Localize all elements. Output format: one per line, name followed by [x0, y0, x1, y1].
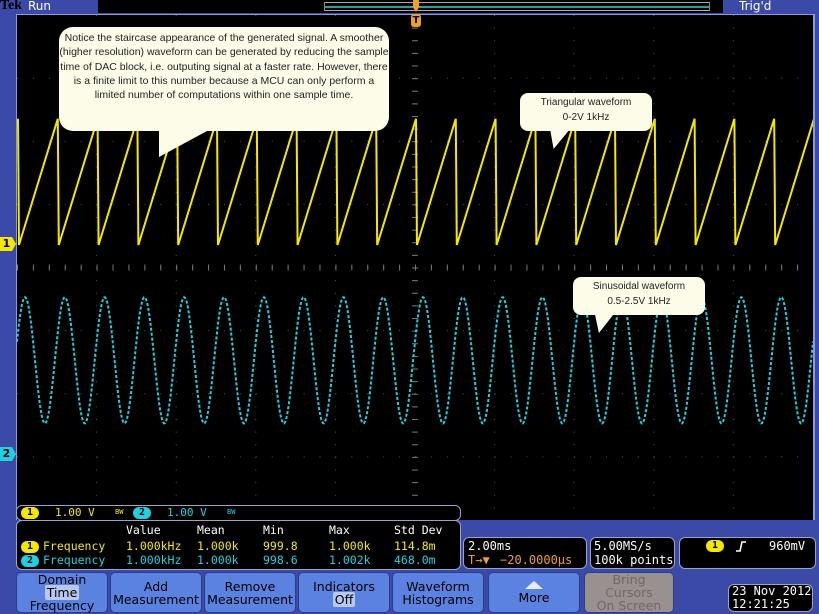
col-header-max: Max: [329, 523, 350, 537]
indicators-state: Off: [332, 591, 356, 607]
add-measurement-label-1: Add: [143, 578, 169, 594]
more-label: More: [518, 590, 550, 605]
indicators-button[interactable]: Indicators Off: [298, 572, 390, 613]
ch2-sine-trace: [17, 295, 813, 425]
record-length: 100k points: [594, 553, 674, 567]
ch2-ground-marker[interactable]: 2: [0, 447, 16, 461]
triangular-callout: Triangular waveform 0-2V 1kHz: [520, 93, 652, 149]
rising-edge-icon: [736, 541, 746, 552]
measurement-table[interactable]: Value Mean Min Max Std Dev 1 Frequency 1…: [16, 520, 461, 570]
ch1-badge: 1: [21, 507, 39, 519]
waveform-histograms-button[interactable]: Waveform Histograms: [392, 572, 484, 613]
measurement-name: Frequency: [43, 553, 106, 567]
ch2-badge: 2: [21, 555, 39, 567]
trigger-delay-icon: T→▼: [468, 553, 490, 567]
ch2-badge: 2: [133, 507, 151, 519]
more-button[interactable]: More: [488, 572, 580, 613]
staircase-note-callout: Notice the staircase appearance of the g…: [59, 27, 389, 157]
trigger-level: 960mV: [769, 539, 806, 553]
col-header-mean: Mean: [197, 523, 225, 537]
vertical-scale-readout[interactable]: 1 1.00 V BW 2 1.00 V BW: [16, 505, 461, 521]
domain-button[interactable]: Domain Time Frequency: [16, 572, 108, 613]
status-bar: Tek Run Trig'd: [0, 0, 819, 14]
sample-rate: 5.00MS/s: [594, 539, 652, 553]
brand-logo: Tek: [0, 0, 23, 13]
remove-measurement-label-1: Remove: [224, 578, 276, 594]
trigger-state: Trig'd: [739, 0, 772, 13]
remove-measurement-button[interactable]: Remove Measurement: [204, 572, 296, 613]
measurement-value: 1.000kHz: [126, 553, 182, 567]
add-measurement-label-2: Measurement: [113, 591, 199, 607]
col-header-std-dev: Std Dev: [394, 523, 443, 537]
staircase-note-text: Notice the staircase appearance of the g…: [59, 32, 389, 102]
trigger-position-icon[interactable]: [412, 0, 420, 12]
col-header-min: Min: [263, 523, 284, 537]
sinusoidal-callout: Sinusoidal waveform 0.5-2.5V 1kHz: [573, 277, 705, 333]
triangular-label: Triangular waveform: [540, 97, 632, 108]
remove-measurement-label-2: Measurement: [207, 591, 293, 607]
ch2-bw-limit-icon: BW: [227, 508, 236, 516]
measurement-std-dev: 114.8m: [394, 539, 436, 553]
time: 12:21:25: [732, 597, 790, 611]
trigger-readout[interactable]: 1 960mV: [679, 537, 816, 569]
histograms-label-2: Histograms: [402, 591, 474, 607]
time-per-division: 2.00ms: [468, 539, 512, 553]
ch1-scale: 1.00 V: [55, 506, 95, 519]
record-view-window[interactable]: [324, 2, 710, 11]
ch1-ground-marker[interactable]: 1: [0, 237, 16, 251]
sinusoidal-spec: 0.5-2.5V 1kHz: [607, 296, 671, 307]
measurement-name: Frequency: [43, 539, 106, 553]
indicators-label: Indicators: [313, 578, 375, 594]
triangular-spec: 0-2V 1kHz: [562, 112, 610, 123]
chevron-up-icon: [525, 581, 543, 589]
horizontal-readout[interactable]: 2.00ms T→▼ −20.0000µs: [463, 537, 587, 569]
measurement-mean: 1.000k: [197, 553, 239, 567]
measurement-min: 998.6: [263, 553, 298, 567]
measurement-mean: 1.000k: [197, 539, 239, 553]
ch1-sawtooth-trace: [17, 118, 813, 246]
ch1-badge: 1: [21, 541, 39, 553]
acquisition-state[interactable]: Run: [28, 0, 51, 13]
ch1-bw-limit-icon: BW: [115, 508, 124, 516]
bring-cursors-on-screen-button[interactable]: Bring Cursors On Screen: [584, 572, 674, 613]
record-view-bar[interactable]: [98, 0, 723, 13]
measurement-max: 1.002k: [329, 553, 371, 567]
trigger-point-marker[interactable]: T: [411, 14, 421, 27]
domain-option-frequency: Frequency: [29, 598, 95, 613]
measurement-min: 999.8: [263, 539, 298, 553]
acquisition-readout[interactable]: 5.00MS/s 100k points: [590, 537, 675, 569]
add-measurement-button[interactable]: Add Measurement: [110, 572, 202, 613]
measurement-value: 1.000kHz: [126, 539, 182, 553]
measurement-max: 1.000k: [329, 539, 371, 553]
date-time-display: 23 Nov 2012 12:21:25: [728, 584, 813, 612]
col-header-value: Value: [126, 523, 161, 537]
sinusoidal-label: Sinusoidal waveform: [592, 281, 686, 292]
ch2-scale: 1.00 V: [167, 506, 207, 519]
cursors-label-3: On Screen: [596, 598, 662, 613]
measurement-std-dev: 468.0m: [394, 553, 436, 567]
trigger-delay: −20.0000µs: [500, 553, 573, 567]
waveform-display[interactable]: Notice the staircase appearance of the g…: [16, 14, 815, 520]
trigger-source-badge: 1: [706, 540, 724, 552]
histograms-label-1: Waveform: [406, 578, 470, 594]
